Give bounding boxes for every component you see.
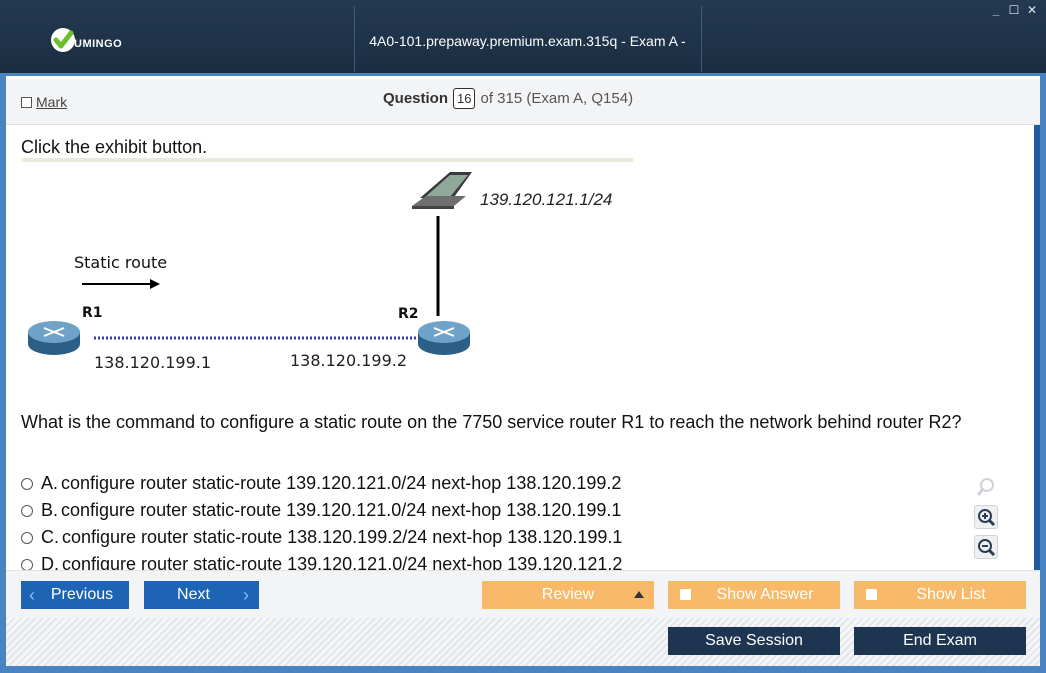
title-bar: UMINGO 4A0-101.prepaway.premium.exam.315… — [0, 0, 1046, 131]
r1-ip-label: 138.120.199.1 — [94, 353, 211, 372]
next-button[interactable]: Next › — [144, 581, 259, 609]
end-exam-button[interactable]: End Exam — [854, 627, 1026, 655]
question-content: Click the exhibit button. 139.120.121.1/… — [6, 125, 1040, 570]
mark-label[interactable]: Mark — [36, 94, 67, 110]
answer-option[interactable]: D. configure router static-route 139.120… — [21, 551, 622, 570]
question-number-input[interactable]: 16 — [453, 88, 476, 109]
answer-letter: D. — [41, 554, 59, 570]
zoom-toolbar — [974, 475, 998, 559]
answer-text: configure router static-route 139.120.12… — [62, 554, 623, 570]
answer-letter: B. — [41, 500, 59, 520]
footer-bar: Save Session End Exam — [6, 618, 1040, 666]
next-label: Next — [177, 586, 210, 603]
show-list-button[interactable]: Show List — [854, 581, 1026, 609]
answer-option[interactable]: C. configure router static-route 138.120… — [21, 524, 622, 551]
vertical-scrollbar[interactable] — [1034, 125, 1040, 570]
zoom-out-icon[interactable] — [974, 535, 998, 559]
maximize-icon[interactable]: ☐ — [1008, 3, 1020, 17]
review-button[interactable]: Review — [482, 581, 654, 609]
window-title: 4A0-101.prepaway.premium.exam.315q - Exa… — [369, 33, 686, 131]
answer-text: configure router static-route 139.120.12… — [61, 500, 622, 520]
answer-text: configure router static-route 138.120.19… — [62, 527, 623, 547]
exhibit-diagram: 139.120.121.1/24 Static route R1 R2 138.… — [22, 158, 633, 385]
close-icon[interactable]: ✕ — [1026, 3, 1038, 17]
question-counter: Question 16 of 315 (Exam A, Q154) — [383, 88, 633, 109]
radio-button[interactable] — [21, 558, 33, 570]
answer-option[interactable]: B. configure router static-route 139.120… — [21, 497, 622, 524]
app-logo: UMINGO — [48, 24, 122, 56]
answer-text: configure router static-route 139.120.12… — [61, 473, 622, 493]
router-r1-icon — [28, 321, 80, 355]
answer-letter: C. — [41, 527, 59, 547]
search-icon[interactable] — [974, 475, 998, 499]
answer-letter: A. — [41, 473, 59, 493]
question-text: What is the command to configure a stati… — [21, 412, 962, 432]
radio-button[interactable] — [21, 504, 33, 517]
router-r2-icon — [418, 321, 470, 355]
mark-checkbox[interactable]: Mark — [21, 94, 67, 110]
question-total: of 315 (Exam A, Q154) — [480, 90, 634, 107]
checkbox-icon[interactable] — [21, 96, 32, 108]
r2-label: R2 — [398, 306, 419, 322]
question-label: Question — [383, 90, 449, 107]
laptop-ip-label: 139.120.121.1/24 — [480, 190, 612, 209]
previous-label: Previous — [50, 586, 114, 603]
show-answer-label: Show Answer — [716, 586, 814, 603]
question-header: Mark Question 16 of 315 (Exam A, Q154) — [6, 79, 1040, 125]
previous-button[interactable]: ‹ Previous — [21, 581, 129, 609]
title-separator — [701, 6, 702, 72]
caret-up-icon — [634, 591, 644, 598]
zoom-in-icon[interactable] — [974, 505, 998, 529]
static-route-label: Static route — [74, 253, 167, 272]
r2-ip-label: 138.120.199.2 — [290, 351, 407, 370]
window-controls: _ ☐ ✕ — [990, 3, 1038, 17]
chevron-right-icon: › — [243, 585, 249, 605]
review-label: Review — [541, 586, 595, 603]
show-answer-button[interactable]: Show Answer — [668, 581, 840, 609]
radio-button[interactable] — [21, 477, 33, 490]
checkbox-icon[interactable] — [866, 589, 877, 600]
minimize-icon[interactable]: _ — [990, 3, 1002, 17]
end-exam-label: End Exam — [903, 632, 977, 649]
save-session-button[interactable]: Save Session — [668, 627, 840, 655]
chevron-left-icon: ‹ — [29, 585, 35, 605]
show-list-label: Show List — [916, 586, 986, 603]
checkbox-icon[interactable] — [680, 589, 691, 600]
save-session-label: Save Session — [705, 632, 803, 649]
radio-button[interactable] — [21, 531, 33, 544]
logo-text: UMINGO — [74, 38, 123, 50]
window-border-right — [1040, 76, 1046, 673]
question-prompt: Click the exhibit button. — [21, 137, 208, 157]
answer-list: A. configure router static-route 139.120… — [21, 470, 622, 570]
window-border-bottom — [0, 666, 1046, 673]
navigation-bar: ‹ Previous Next › Review Show Answer Sho… — [6, 570, 1040, 618]
r1-label: R1 — [82, 305, 103, 321]
answer-option[interactable]: A. configure router static-route 139.120… — [21, 470, 622, 497]
